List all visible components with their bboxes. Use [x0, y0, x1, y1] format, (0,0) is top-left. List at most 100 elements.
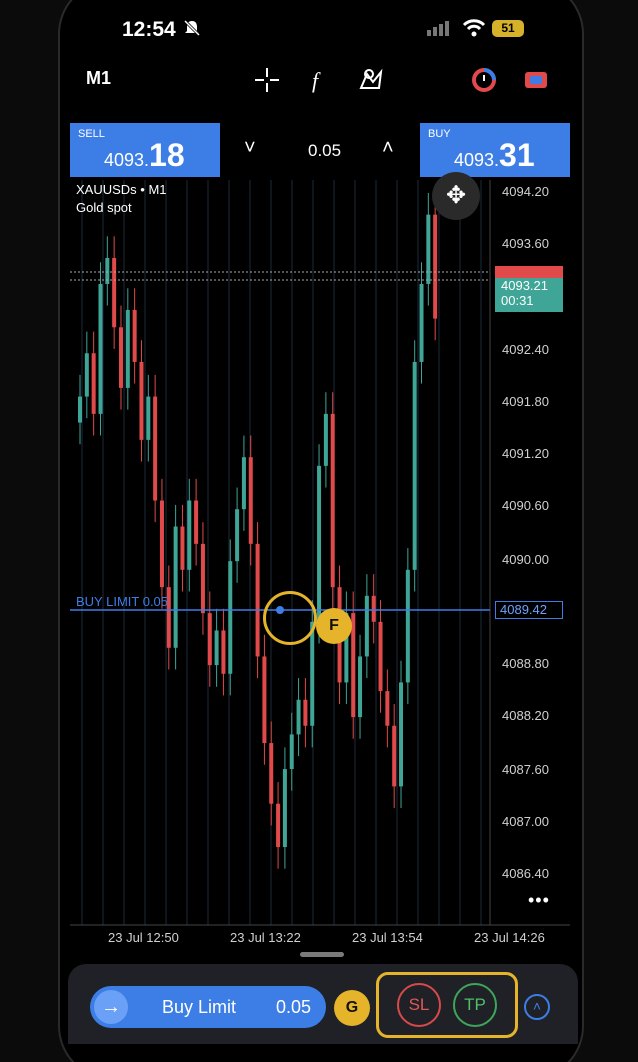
buy-limit-price-tag[interactable]: 4089.42 [495, 601, 563, 619]
price-tick: 4086.40 [502, 866, 549, 881]
chart-toolbar: M1 f [60, 62, 582, 106]
candle-body [159, 500, 164, 588]
candle-body [173, 526, 178, 648]
lot-increase-button[interactable]: ˄ [382, 137, 394, 160]
price-tick: 4094.20 [502, 184, 549, 199]
ask-price-tag [495, 266, 563, 278]
candle-body [419, 283, 424, 362]
candle-body [228, 561, 233, 674]
candle-body [262, 656, 267, 744]
candle-body [78, 396, 82, 423]
candle-body [351, 613, 356, 718]
candle-body [207, 613, 212, 666]
objects-icon[interactable] [357, 66, 385, 94]
candle-body [214, 630, 219, 666]
price-tick: 4090.00 [502, 552, 549, 567]
lot-decrease-button[interactable]: ˅ [244, 137, 256, 160]
bar-countdown: 00:31 [501, 293, 534, 308]
more-options-icon[interactable]: ••• [528, 890, 550, 911]
time-tick: 23 Jul 13:54 [352, 930, 423, 945]
annotation-badge-f: F [316, 608, 352, 644]
order-volume: 0.05 [276, 997, 312, 1017]
price-tick: 4093.60 [502, 236, 549, 251]
price-chart[interactable]: XAUUSDs • M1 Gold spot ✥ 4094.20 4093.60… [70, 172, 570, 945]
phone-frame: 12:54 51 M1 f SELL 4093.18 ˅ 0.05 ˄ BUY … [58, 0, 584, 1062]
bid-price-tag: 4093.21 00:31 [495, 278, 563, 312]
price-tick: 4088.80 [502, 656, 549, 671]
candle-body [132, 309, 137, 362]
sell-label: SELL [78, 128, 105, 140]
stop-loss-button[interactable]: SL [397, 983, 441, 1027]
order-panel: → Buy Limit 0.05 G SL TP ˄ [68, 952, 578, 1044]
bell-muted-icon [183, 19, 201, 37]
candle-body [405, 569, 410, 683]
candle-body [235, 509, 240, 562]
battery-icon: 51 [492, 20, 524, 37]
candle-body [378, 621, 383, 692]
trade-icon[interactable] [522, 66, 550, 94]
candle-body [323, 413, 328, 466]
cycle-icon[interactable] [470, 66, 498, 94]
candle-body [125, 309, 130, 388]
candle-body [269, 743, 274, 804]
candle-body [392, 725, 397, 787]
buy-button[interactable]: BUY 4093.31 [420, 123, 570, 177]
candle-body [282, 769, 287, 848]
candle-body [412, 361, 417, 570]
arrow-right-icon[interactable]: → [94, 990, 128, 1024]
candle-body [187, 500, 192, 570]
candle-body [84, 353, 89, 397]
candle-body [221, 630, 226, 674]
svg-text:f: f [312, 68, 321, 93]
sell-price: 4093.18 [104, 137, 185, 173]
candle-body [358, 656, 363, 718]
chevron-up-icon[interactable]: ˄ [524, 994, 550, 1020]
price-tick: 4090.60 [502, 498, 549, 513]
price-tick: 4087.00 [502, 814, 549, 829]
sell-button[interactable]: SELL 4093.18 [70, 123, 220, 177]
candle-body [317, 465, 322, 622]
signal-icon [427, 21, 449, 36]
lot-size-value[interactable]: 0.05 [308, 141, 341, 161]
wifi-icon [462, 19, 486, 37]
price-tick: 4088.20 [502, 708, 549, 723]
timeframe-button[interactable]: M1 [86, 68, 111, 89]
place-order-button[interactable]: → Buy Limit 0.05 [90, 986, 326, 1028]
candle-body [118, 327, 123, 388]
drag-handle[interactable] [300, 952, 344, 957]
time-tick: 23 Jul 14:26 [474, 930, 545, 945]
candle-body [112, 257, 117, 328]
time-tick: 23 Jul 13:22 [230, 930, 301, 945]
candle-body [364, 595, 369, 657]
candle-body [139, 361, 144, 440]
candle-body [399, 682, 404, 787]
candle-body [248, 457, 253, 544]
candle-body [200, 543, 205, 614]
candle-body [241, 457, 246, 510]
candle-body [385, 691, 390, 726]
take-profit-button[interactable]: TP [453, 983, 497, 1027]
candle-body [330, 413, 335, 588]
candle-body [371, 595, 376, 622]
status-bar: 12:54 51 [60, 2, 582, 42]
candle-body [255, 543, 260, 657]
indicators-icon[interactable]: f [305, 66, 333, 94]
candle-body [276, 803, 281, 848]
buy-label: BUY [428, 128, 451, 140]
candle-body [153, 396, 158, 501]
candle-body [426, 214, 431, 284]
order-type-label: Buy Limit [162, 997, 237, 1017]
buy-price: 4093.31 [454, 137, 535, 173]
candle-body [180, 526, 185, 570]
candle-body [433, 214, 438, 319]
price-tick: 4092.40 [502, 342, 549, 357]
candle-body [98, 283, 103, 414]
crosshair-icon[interactable] [253, 66, 281, 94]
price-tick: 4091.80 [502, 394, 549, 409]
candle-body [194, 500, 199, 544]
move-icon[interactable]: ✥ [432, 172, 480, 220]
status-time: 12:54 [122, 18, 176, 41]
candle-body [310, 621, 315, 726]
candle-body [296, 699, 301, 735]
buy-limit-line-label: BUY LIMIT 0.05 [76, 594, 169, 609]
